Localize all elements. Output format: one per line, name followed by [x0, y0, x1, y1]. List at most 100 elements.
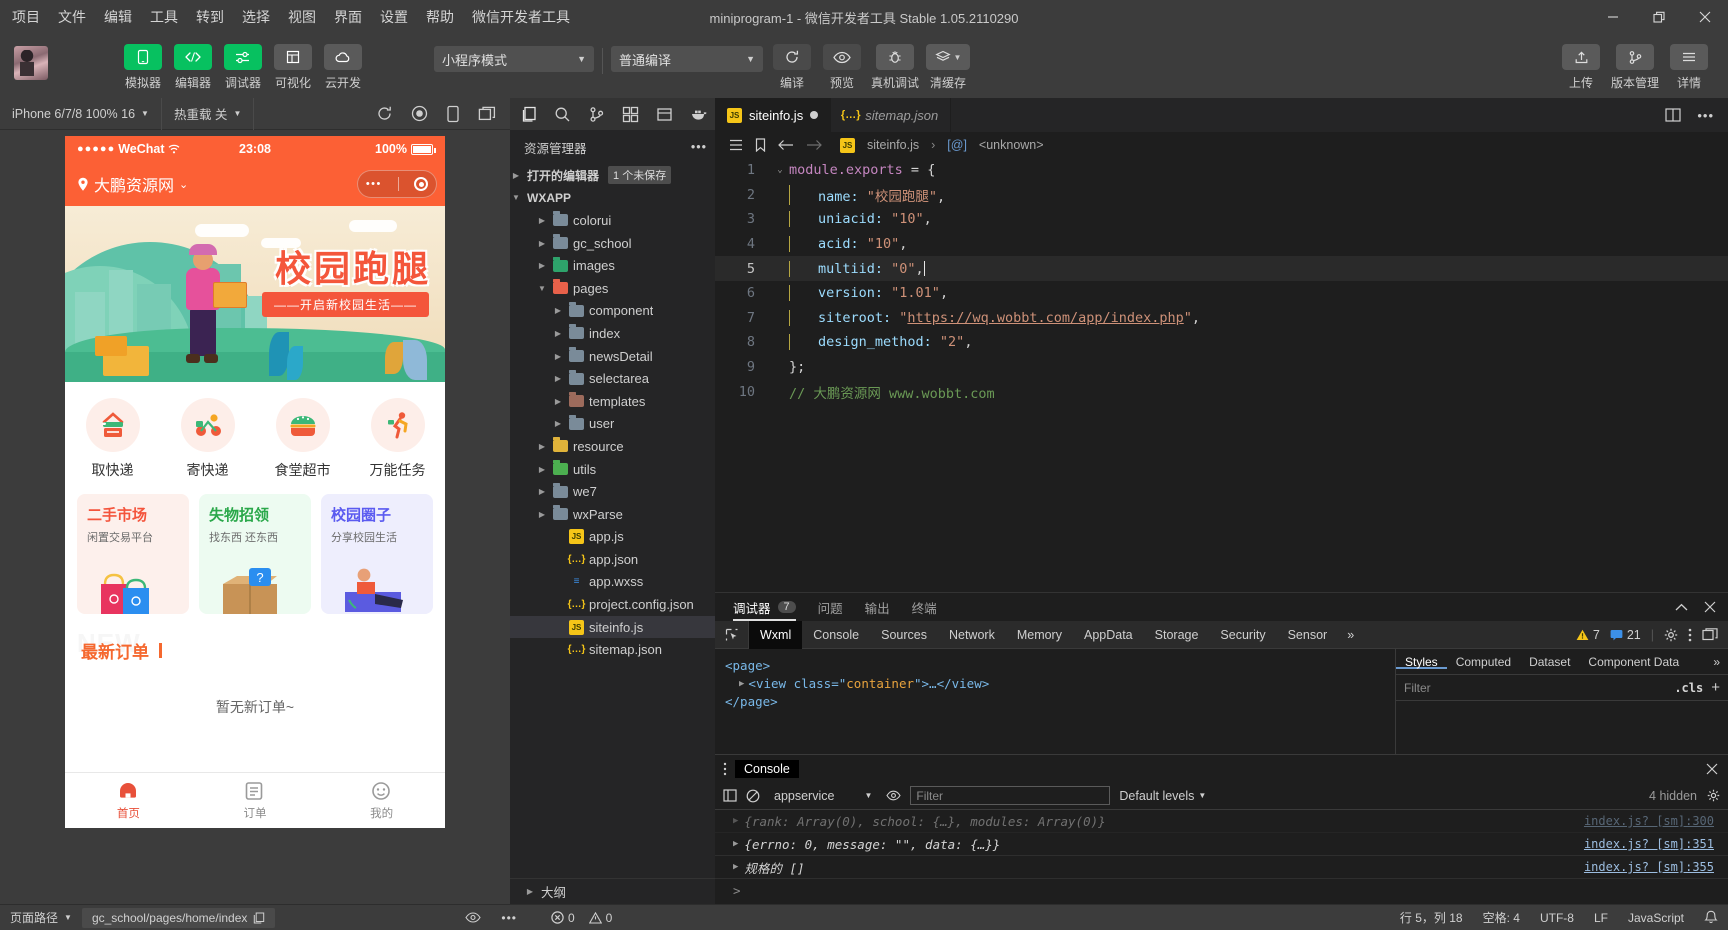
- code-line[interactable]: 4acid: "10",: [715, 232, 1728, 257]
- expand-arrow-icon[interactable]: ▶: [733, 862, 738, 872]
- refresh-icon[interactable]: [376, 105, 393, 122]
- extensions-icon[interactable]: [622, 106, 639, 123]
- sidebar-toggle-icon[interactable]: [723, 789, 737, 802]
- console-source-link[interactable]: index.js? [sm]:355: [1584, 860, 1728, 874]
- code-line[interactable]: 8design_method: "2",: [715, 330, 1728, 355]
- message-count[interactable]: 21: [1610, 628, 1641, 642]
- tree-file-row[interactable]: {…}app.json: [510, 548, 715, 571]
- code-line[interactable]: 1⌄module.exports = {: [715, 158, 1728, 183]
- indentation-setting[interactable]: 空格: 4: [1473, 905, 1530, 930]
- menu-item-edit[interactable]: 编辑: [102, 4, 134, 30]
- docker-icon[interactable]: [690, 106, 709, 122]
- tree-folder-row[interactable]: ▶index: [510, 322, 715, 345]
- status-more-button[interactable]: •••: [491, 905, 527, 930]
- problems-indicator[interactable]: 0 0: [541, 905, 622, 930]
- gear-icon[interactable]: [1707, 789, 1720, 802]
- collapse-icon[interactable]: [1675, 603, 1688, 612]
- panel-tab-output[interactable]: 输出: [865, 593, 890, 621]
- tree-root-wxapp[interactable]: ▼ WXAPP: [510, 187, 715, 210]
- inspect-element-icon[interactable]: [715, 621, 749, 649]
- close-icon[interactable]: [1682, 0, 1728, 34]
- avatar[interactable]: [14, 46, 48, 80]
- devtools-tab-sources[interactable]: Sources: [870, 621, 938, 649]
- tree-folder-row[interactable]: ▶gc_school: [510, 232, 715, 255]
- gear-icon[interactable]: [1664, 628, 1678, 642]
- outline-section[interactable]: ▶ 大纲: [510, 878, 715, 904]
- tree-folder-row[interactable]: ▶wxParse: [510, 503, 715, 526]
- add-style-button[interactable]: +: [1711, 679, 1720, 696]
- compile-button[interactable]: 编译: [767, 38, 817, 91]
- styles-tab-componentdata[interactable]: Component Data: [1579, 655, 1688, 669]
- tree-folder-row[interactable]: ▶component: [510, 300, 715, 323]
- panel-tab-problems[interactable]: 问题: [818, 593, 843, 621]
- search-icon[interactable]: [554, 106, 571, 123]
- restore-icon[interactable]: [1636, 0, 1682, 34]
- menu-item-project[interactable]: 项目: [10, 4, 42, 30]
- toggle-editor[interactable]: 编辑器: [168, 38, 218, 91]
- tree-folder-row[interactable]: ▶utils: [510, 458, 715, 481]
- console-row[interactable]: ▶规格的 []index.js? [sm]:355: [715, 856, 1728, 879]
- tree-folder-row[interactable]: ▼pages: [510, 277, 715, 300]
- devtools-tab-console[interactable]: Console: [802, 621, 870, 649]
- clear-console-icon[interactable]: [746, 789, 760, 803]
- panel-tab-debugger[interactable]: 调试器 7: [733, 593, 796, 621]
- bookmark-icon[interactable]: [755, 138, 766, 152]
- more-icon[interactable]: •••: [691, 140, 707, 154]
- menu-item-goto[interactable]: 转到: [194, 4, 226, 30]
- tree-folder-row[interactable]: ▶selectarea: [510, 367, 715, 390]
- devtools-tab-security[interactable]: Security: [1209, 621, 1276, 649]
- devtools-tab-sensor[interactable]: Sensor: [1277, 621, 1339, 649]
- code-line[interactable]: 3uniacid: "10",: [715, 207, 1728, 232]
- wxml-node[interactable]: ▶<view class="container">…</view>: [725, 675, 1385, 693]
- menu-item-select[interactable]: 选择: [240, 4, 272, 30]
- devtools-tab-network[interactable]: Network: [938, 621, 1006, 649]
- files-icon[interactable]: [520, 106, 537, 123]
- devtools-overflow-icon[interactable]: »: [1338, 628, 1363, 642]
- back-icon[interactable]: [778, 139, 794, 151]
- forward-icon[interactable]: [806, 139, 822, 151]
- panel-tab-terminal[interactable]: 终端: [912, 593, 937, 621]
- encoding-setting[interactable]: UTF-8: [1530, 905, 1584, 930]
- devtools-tab-appdata[interactable]: AppData: [1073, 621, 1144, 649]
- kebab-icon[interactable]: [1688, 628, 1692, 642]
- toggle-cloud[interactable]: 云开发: [318, 38, 368, 91]
- source-control-icon[interactable]: [588, 106, 605, 123]
- tree-folder-row[interactable]: ▶colorui: [510, 209, 715, 232]
- console-source-link[interactable]: index.js? [sm]:300: [1584, 814, 1728, 828]
- styles-tab-dataset[interactable]: Dataset: [1520, 655, 1579, 669]
- tree-folder-row[interactable]: ▶resource: [510, 435, 715, 458]
- code-editor[interactable]: 1⌄module.exports = {2name: "校园跑腿",3uniac…: [715, 158, 1728, 592]
- minimize-icon[interactable]: [1590, 0, 1636, 34]
- details-button[interactable]: 详情: [1664, 38, 1714, 91]
- warning-count[interactable]: 7: [1576, 628, 1600, 642]
- toggle-visual[interactable]: 可视化: [268, 38, 318, 91]
- tab-home[interactable]: 首页: [65, 773, 192, 828]
- card-lostfound[interactable]: 失物招领 找东西 还东西 ?: [199, 494, 311, 614]
- toggle-debugger[interactable]: 调试器: [218, 38, 268, 91]
- devtools-tab-memory[interactable]: Memory: [1006, 621, 1073, 649]
- console-levels-select[interactable]: Default levels ▼: [1119, 789, 1206, 803]
- close-icon[interactable]: [1704, 601, 1716, 613]
- hot-reload-select[interactable]: 热重载 关 ▼: [162, 98, 254, 130]
- code-line[interactable]: 2name: "校园跑腿",: [715, 183, 1728, 208]
- wxml-node[interactable]: <page>: [725, 657, 1385, 675]
- cloud-db-icon[interactable]: [656, 106, 673, 123]
- menu-item-settings[interactable]: 设置: [378, 4, 410, 30]
- mode-select[interactable]: 小程序模式 ▼: [434, 46, 594, 72]
- fold-chevron-icon[interactable]: ⌄: [771, 165, 789, 175]
- bell-icon[interactable]: [1694, 905, 1728, 930]
- language-mode[interactable]: JavaScript: [1618, 905, 1694, 930]
- tab-mine[interactable]: 我的: [318, 773, 445, 828]
- tree-file-row[interactable]: JSapp.js: [510, 526, 715, 549]
- page-path-value-box[interactable]: gc_school/pages/home/index: [82, 908, 275, 928]
- grid-item[interactable]: 寄快递: [160, 398, 255, 480]
- preview-button[interactable]: 预览: [817, 38, 867, 91]
- page-path-select[interactable]: 页面路径 ▼: [0, 905, 82, 930]
- menu-item-tools[interactable]: 工具: [148, 4, 180, 30]
- console-prompt[interactable]: >: [715, 879, 1728, 902]
- code-line[interactable]: 10// 大鹏资源网 www.wobbt.com: [715, 379, 1728, 404]
- tree-file-row[interactable]: {…}project.config.json: [510, 593, 715, 616]
- styles-filter-input[interactable]: Filter: [1404, 681, 1431, 695]
- menu-item-devtools[interactable]: 微信开发者工具: [470, 4, 572, 30]
- real-device-debug-button[interactable]: 真机调试: [867, 38, 923, 91]
